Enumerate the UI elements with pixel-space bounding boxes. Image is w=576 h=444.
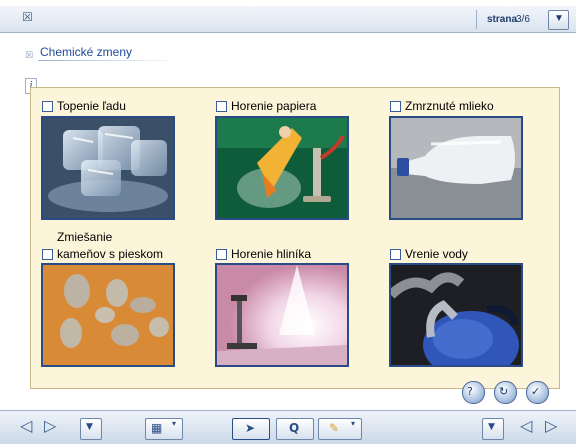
cursor-icon: ➤ bbox=[245, 421, 256, 435]
checkbox-item-5[interactable] bbox=[216, 249, 227, 260]
zoom-button[interactable]: Q bbox=[276, 418, 314, 440]
chevron-down-icon: ▾ bbox=[172, 419, 177, 428]
prev-page-icon[interactable]: ◁ bbox=[520, 416, 532, 435]
next-arrow-icon[interactable]: ▷ bbox=[44, 416, 56, 435]
chevron-down-icon: ▼ bbox=[488, 422, 495, 432]
title-underline bbox=[38, 60, 180, 61]
item-4-label-line1: Zmiešanie bbox=[57, 230, 113, 244]
item-1-photo bbox=[41, 116, 175, 220]
chevron-down-icon: ▾ bbox=[351, 419, 356, 428]
item-4-label-line2: kameňov s pieskom bbox=[57, 247, 164, 261]
checkbox-item-2[interactable] bbox=[216, 101, 227, 112]
page-menu-button[interactable]: ▼ bbox=[482, 418, 504, 440]
magnifier-icon: Q bbox=[289, 421, 300, 435]
item-3-label: Zmrznuté mlieko bbox=[405, 99, 494, 113]
item-6-label: Vrenie vody bbox=[405, 247, 468, 261]
close-icon[interactable]: ☒ bbox=[21, 11, 34, 24]
item-1-label: Topenie ľadu bbox=[57, 99, 126, 113]
pencil-icon: ✎ bbox=[329, 421, 340, 435]
menu-dropdown-button[interactable]: ▼ bbox=[80, 418, 102, 440]
checkbox-item-3[interactable] bbox=[390, 101, 401, 112]
checkbox-item-6[interactable] bbox=[390, 249, 401, 260]
item-3-photo bbox=[389, 116, 523, 220]
calculator-button[interactable]: ▦ ▾ bbox=[145, 418, 183, 440]
check-button[interactable]: ✓ bbox=[526, 381, 549, 404]
chevron-down-icon: ▼ bbox=[86, 422, 93, 432]
checkbox-item-4[interactable] bbox=[42, 249, 53, 260]
title-bullet-icon: ☒ bbox=[24, 51, 34, 61]
page-label: strana bbox=[487, 14, 518, 25]
highlighter-button[interactable]: ✎ ▾ bbox=[318, 418, 362, 440]
item-6-photo bbox=[389, 263, 523, 367]
check-icon: ✓ bbox=[531, 385, 541, 398]
help-button[interactable]: ? bbox=[462, 381, 485, 404]
help-icon: ? bbox=[467, 385, 473, 398]
item-2-photo bbox=[215, 116, 349, 220]
item-4-photo bbox=[41, 263, 175, 367]
page-number: 3/6 bbox=[516, 14, 530, 25]
prev-arrow-icon[interactable]: ◁ bbox=[20, 416, 32, 435]
item-5-photo bbox=[215, 263, 349, 367]
reset-icon: ↻ bbox=[499, 385, 509, 398]
page-dropdown-button[interactable]: ▼ bbox=[548, 10, 569, 30]
pointer-tool-button[interactable]: ➤ bbox=[232, 418, 270, 440]
item-5-label: Horenie hliníka bbox=[231, 247, 312, 261]
lesson-title: Chemické zmeny bbox=[40, 45, 133, 59]
checkbox-item-1[interactable] bbox=[42, 101, 53, 112]
next-page-icon[interactable]: ▷ bbox=[545, 416, 557, 435]
reset-button[interactable]: ↻ bbox=[494, 381, 517, 404]
chevron-down-icon: ▼ bbox=[554, 13, 564, 24]
item-2-label: Horenie papiera bbox=[231, 99, 317, 113]
calculator-icon: ▦ bbox=[151, 421, 163, 435]
